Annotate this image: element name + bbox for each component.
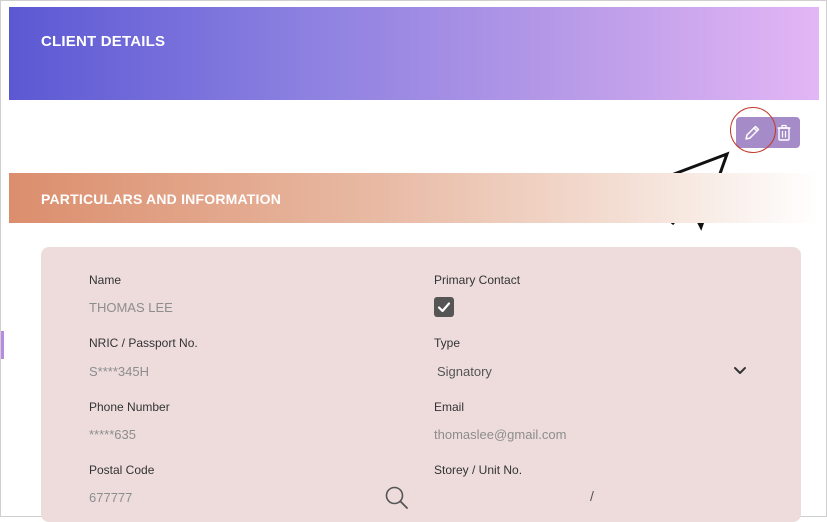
page-title: CLIENT DETAILS	[41, 33, 166, 50]
chevron-down-icon[interactable]	[733, 366, 747, 376]
trash-icon	[777, 124, 791, 141]
primary-contact-label: Primary Contact	[434, 273, 521, 287]
record-actions	[736, 117, 800, 148]
nric-label: NRIC / Passport No.	[89, 336, 198, 350]
nric-value: S****345H	[89, 364, 149, 379]
storey-unit-label: Storey / Unit No.	[434, 463, 523, 477]
scroll-accent	[1, 331, 4, 359]
client-details-header: CLIENT DETAILS	[9, 7, 819, 100]
particulars-section-header: PARTICULARS AND INFORMATION	[9, 173, 819, 223]
email-value: thomaslee@gmail.com	[434, 427, 567, 442]
delete-button[interactable]	[768, 117, 800, 148]
storey-unit-separator: /	[590, 488, 594, 504]
primary-contact-checkbox[interactable]	[434, 297, 454, 317]
postal-code-label: Postal Code	[89, 463, 155, 477]
email-label: Email	[434, 400, 465, 414]
phone-value: *****635	[89, 427, 136, 442]
particulars-card: Name THOMAS LEE Primary Contact NRIC / P…	[41, 247, 801, 522]
name-value: THOMAS LEE	[89, 300, 173, 315]
type-select-value[interactable]: Signatory	[437, 364, 492, 379]
edit-button[interactable]	[736, 117, 768, 148]
name-label: Name	[89, 273, 122, 287]
section-title: PARTICULARS AND INFORMATION	[41, 191, 282, 207]
phone-label: Phone Number	[89, 400, 170, 414]
checkmark-icon	[437, 302, 451, 313]
pencil-icon	[745, 125, 760, 140]
type-label: Type	[434, 336, 461, 350]
app-frame: CLIENT DETAILS PARTICULARS AND INFORMATI…	[0, 0, 827, 522]
postal-code-value[interactable]: 677777	[89, 490, 132, 505]
search-icon[interactable]	[384, 485, 410, 511]
